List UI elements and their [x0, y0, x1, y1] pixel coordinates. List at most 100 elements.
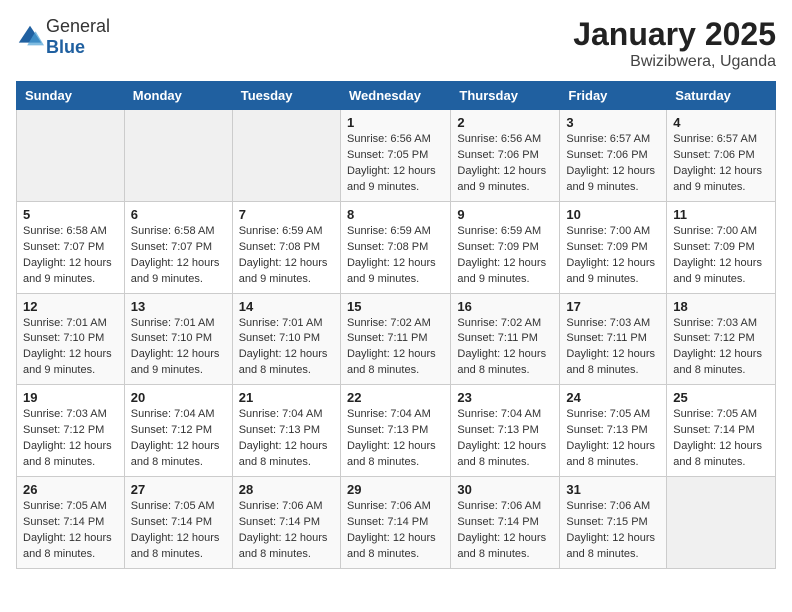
calendar-title: January 2025 — [573, 16, 776, 53]
day-info: Sunrise: 7:04 AM Sunset: 7:12 PM Dayligh… — [131, 407, 226, 471]
weekday-header-row: SundayMondayTuesdayWednesdayThursdayFrid… — [17, 82, 776, 110]
day-info: Sunrise: 7:05 AM Sunset: 7:14 PM Dayligh… — [131, 499, 226, 563]
day-info: Sunrise: 6:57 AM Sunset: 7:06 PM Dayligh… — [673, 132, 769, 196]
calendar-cell: 13Sunrise: 7:01 AM Sunset: 7:10 PM Dayli… — [124, 293, 232, 385]
weekday-header-sunday: Sunday — [17, 82, 125, 110]
calendar-cell: 17Sunrise: 7:03 AM Sunset: 7:11 PM Dayli… — [560, 293, 667, 385]
day-info: Sunrise: 7:03 AM Sunset: 7:12 PM Dayligh… — [23, 407, 118, 471]
calendar-cell: 21 Sunrise: 7:04 AM Sunset: 7:13 PM Dayli… — [232, 385, 340, 477]
logo-text-general: General — [46, 16, 110, 36]
day-info: Sunrise: 6:57 AM Sunset: 7:06 PM Dayligh… — [566, 132, 660, 196]
calendar-cell: 3Sunrise: 6:57 AM Sunset: 7:06 PM Daylig… — [560, 110, 667, 202]
day-number: 10 — [566, 207, 660, 222]
day-info: Sunrise: 7:02 AM Sunset: 7:11 PM Dayligh… — [347, 316, 444, 380]
day-number: 11 — [673, 207, 769, 222]
calendar-cell: 31 Sunrise: 7:06 AM Sunset: 7:15 PM Dayli… — [560, 477, 667, 569]
calendar-cell: 9 Sunrise: 6:59 AM Sunset: 7:09 PM Daylig… — [451, 201, 560, 293]
day-info: Sunrise: 7:04 AM Sunset: 7:13 PM Dayligh… — [347, 407, 444, 471]
day-info: Sunrise: 7:00 AM Sunset: 7:09 PM Dayligh… — [673, 224, 769, 288]
calendar-week-5: 26 Sunrise: 7:05 AM Sunset: 7:14 PM Dayli… — [17, 477, 776, 569]
day-info: Sunrise: 7:00 AM Sunset: 7:09 PM Dayligh… — [566, 224, 660, 288]
calendar-table: SundayMondayTuesdayWednesdayThursdayFrid… — [16, 81, 776, 569]
day-info: Sunrise: 7:01 AM Sunset: 7:10 PM Dayligh… — [239, 316, 334, 380]
day-number: 6 — [131, 207, 226, 222]
calendar-cell: 26 Sunrise: 7:05 AM Sunset: 7:14 PM Dayli… — [17, 477, 125, 569]
calendar-cell: 28 Sunrise: 7:06 AM Sunset: 7:14 PM Dayli… — [232, 477, 340, 569]
day-info: Sunrise: 6:59 AM Sunset: 7:08 PM Dayligh… — [347, 224, 444, 288]
day-info: Sunrise: 7:05 AM Sunset: 7:14 PM Dayligh… — [673, 407, 769, 471]
weekday-header-friday: Friday — [560, 82, 667, 110]
day-number: 26 — [23, 482, 118, 497]
logo-text-blue: Blue — [46, 37, 85, 57]
weekday-header-tuesday: Tuesday — [232, 82, 340, 110]
weekday-header-wednesday: Wednesday — [340, 82, 450, 110]
day-number: 20 — [131, 390, 226, 405]
day-number: 7 — [239, 207, 334, 222]
day-info: Sunrise: 7:05 AM Sunset: 7:13 PM Dayligh… — [566, 407, 660, 471]
day-info: Sunrise: 7:06 AM Sunset: 7:15 PM Dayligh… — [566, 499, 660, 563]
day-number: 25 — [673, 390, 769, 405]
day-number: 13 — [131, 299, 226, 314]
calendar-cell: 18 Sunrise: 7:03 AM Sunset: 7:12 PM Dayli… — [667, 293, 776, 385]
day-info: Sunrise: 7:02 AM Sunset: 7:11 PM Dayligh… — [457, 316, 553, 380]
calendar-cell: 25 Sunrise: 7:05 AM Sunset: 7:14 PM Dayli… — [667, 385, 776, 477]
calendar-cell: 19 Sunrise: 7:03 AM Sunset: 7:12 PM Dayli… — [17, 385, 125, 477]
day-info: Sunrise: 7:06 AM Sunset: 7:14 PM Dayligh… — [347, 499, 444, 563]
calendar-cell: 5Sunrise: 6:58 AM Sunset: 7:07 PM Daylig… — [17, 201, 125, 293]
calendar-cell: 15 Sunrise: 7:02 AM Sunset: 7:11 PM Dayli… — [340, 293, 450, 385]
calendar-cell: 20 Sunrise: 7:04 AM Sunset: 7:12 PM Dayli… — [124, 385, 232, 477]
day-number: 19 — [23, 390, 118, 405]
day-number: 31 — [566, 482, 660, 497]
calendar-week-2: 5Sunrise: 6:58 AM Sunset: 7:07 PM Daylig… — [17, 201, 776, 293]
day-number: 17 — [566, 299, 660, 314]
day-number: 2 — [457, 115, 553, 130]
day-number: 22 — [347, 390, 444, 405]
calendar-week-1: 1 Sunrise: 6:56 AM Sunset: 7:05 PM Daylig… — [17, 110, 776, 202]
calendar-cell: 23Sunrise: 7:04 AM Sunset: 7:13 PM Dayli… — [451, 385, 560, 477]
day-number: 1 — [347, 115, 444, 130]
title-block: January 2025 Bwizibwera, Uganda — [573, 16, 776, 71]
day-number: 9 — [457, 207, 553, 222]
day-number: 18 — [673, 299, 769, 314]
day-number: 28 — [239, 482, 334, 497]
day-number: 8 — [347, 207, 444, 222]
logo-icon — [16, 23, 44, 51]
day-number: 16 — [457, 299, 553, 314]
calendar-week-4: 19 Sunrise: 7:03 AM Sunset: 7:12 PM Dayli… — [17, 385, 776, 477]
calendar-week-3: 12 Sunrise: 7:01 AM Sunset: 7:10 PM Dayli… — [17, 293, 776, 385]
day-info: Sunrise: 7:04 AM Sunset: 7:13 PM Dayligh… — [239, 407, 334, 471]
calendar-cell: 7 Sunrise: 6:59 AM Sunset: 7:08 PM Daylig… — [232, 201, 340, 293]
calendar-cell: 6 Sunrise: 6:58 AM Sunset: 7:07 PM Daylig… — [124, 201, 232, 293]
calendar-cell: 27 Sunrise: 7:05 AM Sunset: 7:14 PM Dayli… — [124, 477, 232, 569]
calendar-cell: 12 Sunrise: 7:01 AM Sunset: 7:10 PM Dayli… — [17, 293, 125, 385]
day-number: 21 — [239, 390, 334, 405]
day-info: Sunrise: 7:03 AM Sunset: 7:12 PM Dayligh… — [673, 316, 769, 380]
day-info: Sunrise: 7:06 AM Sunset: 7:14 PM Dayligh… — [239, 499, 334, 563]
calendar-cell — [667, 477, 776, 569]
day-info: Sunrise: 6:58 AM Sunset: 7:07 PM Dayligh… — [131, 224, 226, 288]
day-number: 14 — [239, 299, 334, 314]
calendar-cell — [17, 110, 125, 202]
day-number: 23 — [457, 390, 553, 405]
day-number: 30 — [457, 482, 553, 497]
day-number: 27 — [131, 482, 226, 497]
calendar-cell — [232, 110, 340, 202]
calendar-cell: 22 Sunrise: 7:04 AM Sunset: 7:13 PM Dayli… — [340, 385, 450, 477]
day-number: 29 — [347, 482, 444, 497]
day-number: 24 — [566, 390, 660, 405]
calendar-cell: 4Sunrise: 6:57 AM Sunset: 7:06 PM Daylig… — [667, 110, 776, 202]
day-info: Sunrise: 6:59 AM Sunset: 7:08 PM Dayligh… — [239, 224, 334, 288]
calendar-cell: 2Sunrise: 6:56 AM Sunset: 7:06 PM Daylig… — [451, 110, 560, 202]
weekday-header-saturday: Saturday — [667, 82, 776, 110]
day-info: Sunrise: 6:56 AM Sunset: 7:05 PM Dayligh… — [347, 132, 444, 196]
logo: General Blue — [16, 16, 110, 58]
calendar-cell: 29 Sunrise: 7:06 AM Sunset: 7:14 PM Dayli… — [340, 477, 450, 569]
calendar-cell — [124, 110, 232, 202]
day-info: Sunrise: 7:01 AM Sunset: 7:10 PM Dayligh… — [23, 316, 118, 380]
calendar-cell: 16 Sunrise: 7:02 AM Sunset: 7:11 PM Dayli… — [451, 293, 560, 385]
day-info: Sunrise: 7:05 AM Sunset: 7:14 PM Dayligh… — [23, 499, 118, 563]
day-info: Sunrise: 6:59 AM Sunset: 7:09 PM Dayligh… — [457, 224, 553, 288]
calendar-cell: 8 Sunrise: 6:59 AM Sunset: 7:08 PM Daylig… — [340, 201, 450, 293]
day-number: 12 — [23, 299, 118, 314]
day-number: 15 — [347, 299, 444, 314]
